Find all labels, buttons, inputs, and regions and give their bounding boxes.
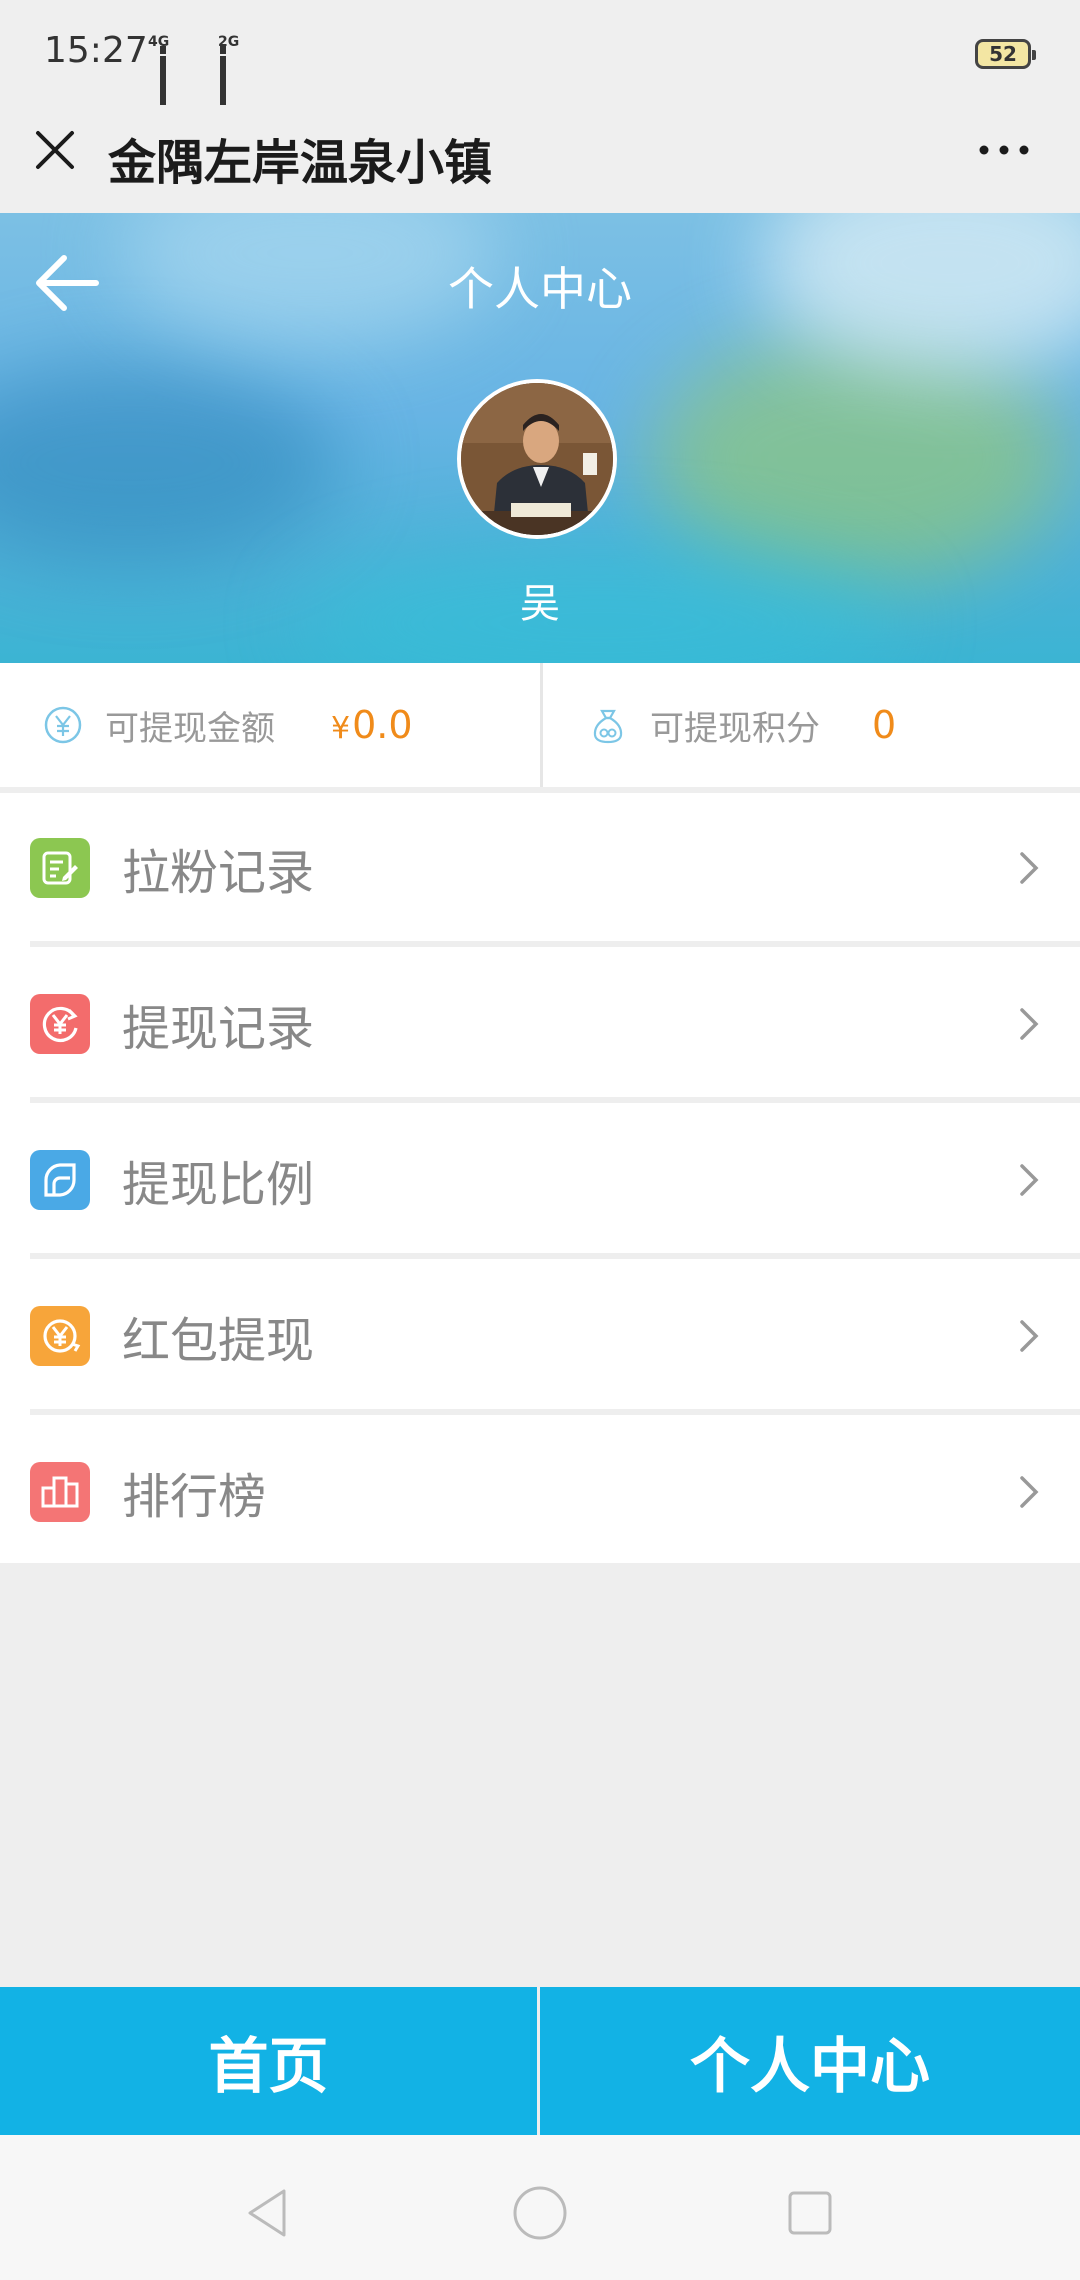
username: 吴	[520, 581, 560, 627]
menu-divider	[30, 1409, 1080, 1415]
edit-note-icon	[30, 838, 90, 898]
menu-label: 红包提现	[122, 1313, 315, 1369]
balance-label: 可提现金额	[105, 708, 275, 749]
profile-header: 个人中心 吴	[0, 213, 1080, 663]
title-bar: 金隅左岸温泉小镇	[0, 105, 1080, 213]
balance-stat[interactable]: 可提现金额 ¥0.0	[0, 663, 540, 787]
chevron-right-icon	[1012, 1000, 1046, 1048]
menu-item-withdraw-ratio[interactable]: 提现比例	[0, 1105, 1080, 1255]
chevron-right-icon	[1012, 1468, 1046, 1516]
points-stat[interactable]: 可提现积分 0	[543, 663, 1080, 787]
battery-indicator: 52	[975, 39, 1036, 69]
menu-label: 拉粉记录	[122, 845, 315, 901]
chevron-right-icon	[1012, 1312, 1046, 1360]
menu-item-red-packet-withdraw[interactable]: 红包提现	[0, 1261, 1080, 1411]
menu-divider	[30, 1097, 1080, 1103]
yen-circle-icon	[43, 705, 83, 745]
page-title: 金隅左岸温泉小镇	[108, 135, 493, 191]
close-icon[interactable]	[30, 125, 80, 175]
balance-value: ¥0.0	[331, 703, 413, 747]
status-time: 15:27	[44, 30, 148, 71]
stats-row: 可提现金额 ¥0.0 可提现积分 0	[0, 663, 1080, 787]
more-icon[interactable]	[974, 125, 1034, 175]
menu-item-fans-record[interactable]: 拉粉记录	[0, 793, 1080, 943]
nav-home-icon[interactable]	[510, 2183, 570, 2243]
chevron-right-icon	[1012, 1156, 1046, 1204]
yen-coin-icon	[30, 1306, 90, 1366]
header-title: 个人中心	[448, 262, 632, 316]
money-bag-icon	[588, 705, 628, 745]
points-label: 可提现积分	[650, 708, 820, 749]
menu-label: 提现比例	[122, 1157, 315, 1213]
menu-list: 拉粉记录 提现记录 提现比例 红包提现 排行榜	[0, 793, 1080, 1563]
menu-label: 提现记录	[122, 1001, 315, 1057]
yen-refresh-icon	[30, 994, 90, 1054]
status-bar: 15:27 4G 2G 52	[0, 0, 1080, 116]
nav-recents-icon[interactable]	[780, 2183, 840, 2243]
podium-icon	[30, 1462, 90, 1522]
chevron-right-icon	[1012, 844, 1046, 892]
avatar[interactable]	[457, 379, 617, 539]
ratio-icon	[30, 1150, 90, 1210]
tab-home[interactable]: 首页	[0, 1987, 537, 2135]
menu-divider	[30, 1253, 1080, 1259]
nav-back-icon[interactable]	[240, 2183, 300, 2243]
menu-item-leaderboard[interactable]: 排行榜	[0, 1417, 1080, 1567]
tab-profile[interactable]: 个人中心	[540, 1987, 1080, 2135]
menu-label: 排行榜	[122, 1469, 267, 1525]
points-value: 0	[872, 703, 897, 747]
system-nav-bar	[0, 2135, 1080, 2280]
menu-item-withdraw-record[interactable]: 提现记录	[0, 949, 1080, 1099]
menu-divider	[30, 941, 1080, 947]
